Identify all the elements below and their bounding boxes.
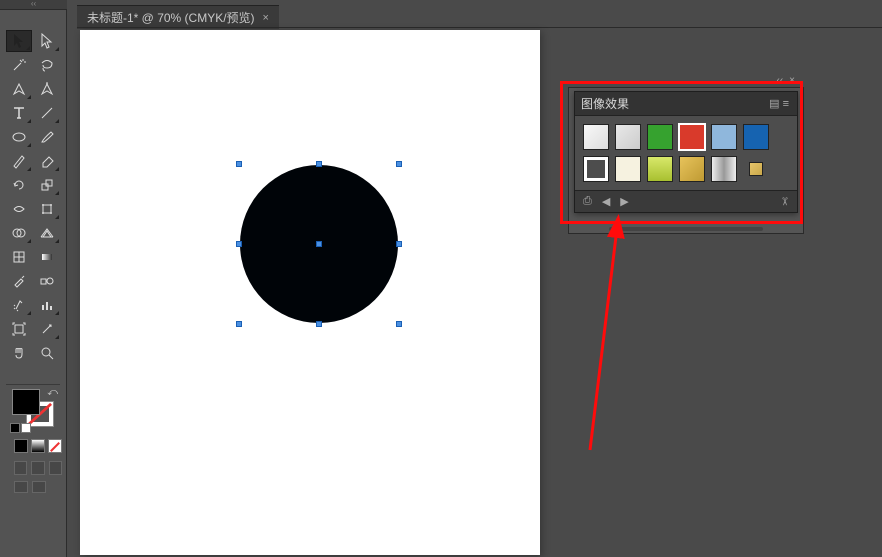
handle-top-right[interactable] [396,161,402,167]
column-graph-tool[interactable] [34,294,60,316]
artboard[interactable] [80,30,540,555]
document-tab-title: 未标题-1* @ 70% (CMYK/预览) [87,9,255,26]
panel-menu-icon[interactable]: ▤ ≡ [767,97,791,110]
panel-collapse-icon[interactable]: ‹‹ [776,75,783,86]
image-effects-panel: ‹‹ × 图像效果 ▤ ≡ ⎙ ◀ ▶ ✂ [574,91,798,213]
draw-normal[interactable] [14,461,27,475]
library-icon[interactable]: ⎙ [583,195,592,208]
effect-swatch-red[interactable] [679,124,705,150]
effect-swatch-small-cube[interactable] [749,162,763,176]
blend-tool[interactable] [34,270,60,292]
panel-header[interactable]: 图像效果 ▤ ≡ [575,92,797,116]
panel-title: 图像效果 [581,95,767,112]
handle-bottom-left[interactable] [236,321,242,327]
handle-middle-right[interactable] [396,241,402,247]
selection-tool[interactable] [6,30,32,52]
effect-swatch-gray-smooth[interactable] [615,124,641,150]
hand-tool[interactable] [6,342,32,364]
effect-swatch-green[interactable] [647,124,673,150]
handle-bottom-right[interactable] [396,321,402,327]
toolbox-divider [6,384,60,385]
perspective-grid-tool[interactable] [34,222,60,244]
lasso-tool[interactable] [34,54,60,76]
swap-fill-stroke-icon[interactable]: ⤺ [47,387,58,398]
mesh-tool[interactable] [6,246,32,268]
magic-wand-tool[interactable] [6,54,32,76]
toolbox-panel: ‹‹ [0,0,67,557]
line-segment-tool[interactable] [34,102,60,124]
handle-bottom-center[interactable] [316,321,322,327]
toolbox-collapse-icon[interactable]: ‹‹ [0,0,67,10]
zoom-tool[interactable] [34,342,60,364]
selection-bounding-box [239,164,399,324]
break-link-icon[interactable]: ✂ [778,197,791,206]
prev-icon[interactable]: ◀ [602,195,610,208]
effect-swatch-silver-grad[interactable] [711,156,737,182]
pen-tool[interactable] [6,78,32,100]
effect-swatch-light-blue[interactable] [711,124,737,150]
shape-builder-tool[interactable] [6,222,32,244]
panel-close-icon[interactable]: × [789,75,795,86]
eraser-tool[interactable] [34,150,60,172]
draw-inside[interactable] [49,461,62,475]
scale-tool[interactable] [34,174,60,196]
close-tab-icon[interactable]: × [263,12,269,24]
width-tool[interactable] [6,198,32,220]
document-tab[interactable]: 未标题-1* @ 70% (CMYK/预览) × [77,5,279,29]
none-mode[interactable] [48,439,62,453]
fill-stroke-control[interactable]: ⤺ [12,389,54,425]
effect-swatch-gold-grad[interactable] [679,156,705,182]
annotation-arrow [560,210,660,460]
screen-normal[interactable] [14,481,28,493]
pencil-tool[interactable] [6,150,32,172]
document-tab-bar: 未标题-1* @ 70% (CMYK/预览) × [77,7,279,27]
type-tool[interactable] [6,102,32,124]
panel-footer: ⎙ ◀ ▶ ✂ [575,190,797,212]
effect-swatch-outline[interactable] [583,156,609,182]
handle-top-left[interactable] [236,161,242,167]
toolbox [6,30,62,364]
screen-full[interactable] [32,481,46,493]
effect-swatch-cream[interactable] [615,156,641,182]
slice-tool[interactable] [34,318,60,340]
color-mode[interactable] [14,439,28,453]
next-icon[interactable]: ▶ [620,195,628,208]
rotate-tool[interactable] [6,174,32,196]
artboard-tool[interactable] [6,318,32,340]
ellipse-tool[interactable] [6,126,32,148]
free-transform-tool[interactable] [34,198,60,220]
effect-swatch-blue[interactable] [743,124,769,150]
handle-center[interactable] [316,241,322,247]
draw-behind[interactable] [31,461,44,475]
screen-mode-row [14,481,62,493]
fill-swatch[interactable] [12,389,40,415]
handle-middle-left[interactable] [236,241,242,247]
default-fill-stroke-icon[interactable] [10,423,31,433]
curvature-tool[interactable] [34,78,60,100]
eyedropper-tool[interactable] [6,270,32,292]
effect-swatch-white-emboss[interactable] [583,124,609,150]
effect-swatch-lime-grad[interactable] [647,156,673,182]
handle-top-center[interactable] [316,161,322,167]
paintbrush-tool[interactable] [34,126,60,148]
direct-selection-tool[interactable] [34,30,60,52]
gradient-tool[interactable] [34,246,60,268]
effects-swatch-grid [575,116,797,190]
gradient-mode[interactable] [31,439,45,453]
fill-mode-row [14,439,62,453]
draw-mode-row [14,461,62,475]
symbol-sprayer-tool[interactable] [6,294,32,316]
tab-bar-divider [77,27,882,28]
